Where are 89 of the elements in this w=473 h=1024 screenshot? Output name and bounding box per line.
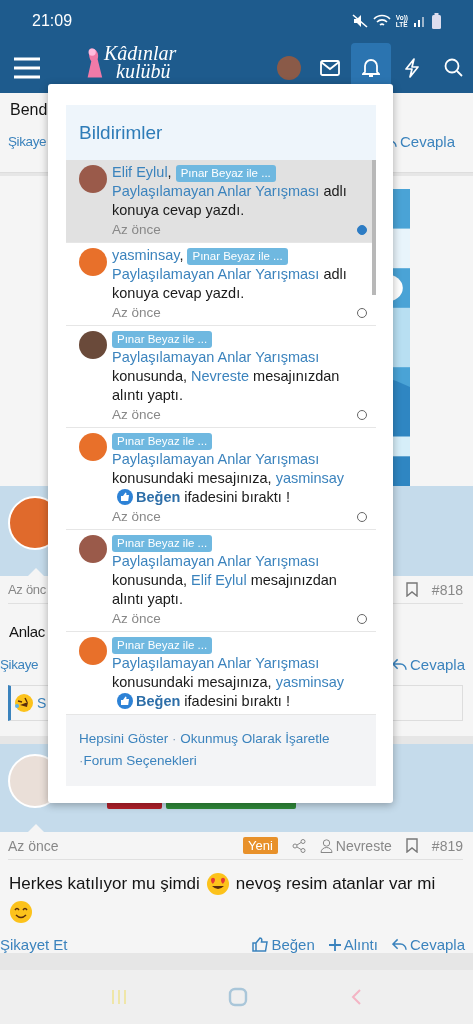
plus-icon bbox=[328, 938, 341, 951]
link[interactable]: Elif Eylul bbox=[191, 572, 247, 588]
bookmark-icon[interactable] bbox=[405, 838, 418, 853]
link[interactable]: Elif Eylul bbox=[112, 164, 168, 180]
logo-text[interactable]: Kâdınlar bbox=[104, 44, 177, 62]
laughing-emoji-icon bbox=[14, 693, 34, 713]
thumbs-up-icon bbox=[252, 937, 269, 952]
post-text: Anlac bbox=[9, 622, 46, 640]
footer-link[interactable]: Hepsini Göster bbox=[79, 731, 169, 746]
notification-item[interactable]: Pınar Beyaz ile ... Paylaşılamayan Anlar Yarışması konusunda, Nevreste mesajınızdan alıntı yaptı. Az önce bbox=[66, 326, 376, 428]
reply-link[interactable]: Cevapla bbox=[391, 656, 465, 673]
link[interactable]: Paylaşılamayan Anlar Yarışması bbox=[112, 553, 320, 569]
reply-link[interactable]: Cevapla bbox=[391, 936, 465, 953]
thread-prefix-tag: Pınar Beyaz ile ... bbox=[175, 165, 276, 182]
share-icon[interactable] bbox=[291, 838, 306, 853]
notification-text: Elif Eylul, Pınar Beyaz ile ... Paylaşılamayan Anlar Yarışması adlı konuya cevap yazdı. bbox=[112, 163, 348, 220]
search-icon bbox=[443, 58, 463, 77]
wifi-icon bbox=[372, 14, 391, 28]
notification-text: Pınar Beyaz ile ... Paylaşılamayan Anlar Yarışması konusunda, Elif Eylul mesajınızdan alıntı yaptı. bbox=[112, 534, 338, 609]
reaction-text[interactable]: S bbox=[37, 695, 47, 711]
notification-time: Az önce bbox=[112, 509, 161, 524]
reaction-name: Beğen bbox=[136, 489, 181, 505]
smiling-emoji-icon bbox=[9, 900, 33, 924]
thread-prefix-tag: Pınar Beyaz ile ... bbox=[187, 248, 288, 265]
link[interactable]: Paylaşılamayan Anlar Yarışması bbox=[112, 183, 320, 199]
notification-time: Az önce bbox=[112, 407, 161, 422]
menu-icon[interactable] bbox=[14, 56, 40, 79]
post-text: Herkes katılıyor mu şimdi bbox=[9, 874, 200, 894]
avatar-icon bbox=[277, 55, 301, 80]
scrollbar[interactable] bbox=[372, 160, 376, 295]
link[interactable]: Paylaşılamayan Anlar Yarışması bbox=[112, 349, 320, 365]
quote-link[interactable]: Alıntı bbox=[328, 936, 378, 953]
separator: · bbox=[171, 731, 178, 746]
logo-text[interactable]: kulübü bbox=[104, 62, 177, 80]
post-number[interactable]: #818 bbox=[431, 581, 463, 598]
link[interactable]: Paylaşılamayan Anlar Yarışması bbox=[112, 266, 320, 282]
reply-icon bbox=[391, 657, 407, 672]
report-link[interactable]: Şikaye bbox=[0, 657, 39, 672]
thread-prefix-tag: Pınar Beyaz ile ... bbox=[112, 331, 213, 348]
thread-prefix-tag: Pınar Beyaz ile ... bbox=[112, 433, 213, 450]
link[interactable]: Nevreste bbox=[191, 368, 250, 384]
post-text: nevoş resim atanlar var mi bbox=[235, 874, 436, 894]
bell-icon bbox=[362, 58, 380, 78]
avatar-pointer bbox=[28, 824, 44, 832]
post-time[interactable]: Az önce bbox=[8, 837, 59, 854]
battery-icon bbox=[432, 13, 441, 29]
notification-text: Pınar Beyaz ile ... Paylaşılamayan Anlar Yarışması konusunda, Nevreste mesajınızdan alıntı yaptı. bbox=[112, 330, 341, 405]
notification-text: Pınar Beyaz ile ... Paylaşılamayan Anlar Yarışması konusundaki mesajınıza, yasminsay Beğen ifadesini bıraktı ! bbox=[112, 636, 346, 711]
reaction-name: Beğen bbox=[136, 693, 181, 709]
report-link[interactable]: Şikayet Et bbox=[0, 936, 68, 953]
link[interactable]: Paylaşılamayan Anlar Yarışması bbox=[112, 655, 320, 671]
read-status-dot[interactable] bbox=[357, 224, 367, 235]
link[interactable]: yasminsay bbox=[112, 247, 180, 263]
link[interactable]: yasminsay bbox=[275, 470, 345, 486]
new-badge: Yeni bbox=[243, 837, 278, 854]
mail-icon bbox=[320, 59, 340, 76]
notification-text: Pınar Beyaz ile ... Paylaşılamayan Anlar Yarışması konusundaki mesajınıza, yasminsay Beğen ifadesini bıraktı ! bbox=[112, 432, 346, 507]
footer-link[interactable]: Okunmuş Olarak İşaretle bbox=[180, 731, 330, 746]
report-link[interactable]: Şikaye bbox=[8, 134, 47, 149]
like-icon bbox=[117, 693, 133, 709]
notification-item[interactable]: yasminsay, Pınar Beyaz ile ... Paylaşılamayan Anlar Yarışması adlı konuya cevap yazdı. Az önce bbox=[66, 243, 376, 326]
footer-link[interactable]: Forum Seçenekleri bbox=[83, 753, 197, 768]
mute-icon bbox=[351, 14, 368, 28]
thread-prefix-tag: Pınar Beyaz ile ... bbox=[112, 637, 213, 654]
author-link[interactable]: Nevreste bbox=[319, 837, 392, 854]
bookmark-icon[interactable] bbox=[405, 582, 418, 597]
post-time[interactable]: Az önc bbox=[8, 582, 46, 597]
link[interactable]: yasminsay bbox=[275, 674, 345, 690]
like-icon bbox=[117, 489, 133, 505]
post-text: Bend bbox=[9, 101, 49, 119]
avatar-pointer bbox=[28, 568, 44, 576]
notification-item[interactable]: Pınar Beyaz ile ... Paylaşılamayan Anlar Yarışması konusunda, Elif Eylul mesajınızdan alıntı yaptı. Az önce bbox=[66, 530, 376, 632]
notification-time: Az önce bbox=[112, 611, 161, 626]
notification-item[interactable]: Pınar Beyaz ile ... Paylaşılamayan Anlar Yarışması konusundaki mesajınıza, yasminsay Beğen ifadesini bıraktı ! Az önce bbox=[66, 428, 376, 530]
heart-eyes-emoji-icon bbox=[205, 872, 230, 896]
notification-time: Az önce bbox=[112, 222, 161, 237]
user-icon bbox=[319, 838, 333, 853]
notification-time: Az önce bbox=[112, 305, 161, 320]
status-time: 21:09 bbox=[32, 12, 73, 30]
reply-icon bbox=[391, 937, 407, 952]
popup-title: Bildirimler bbox=[79, 121, 163, 144]
post-number[interactable]: #819 bbox=[431, 837, 463, 854]
thread-prefix-tag: Pınar Beyaz ile ... bbox=[112, 535, 213, 552]
separator: · bbox=[79, 753, 84, 768]
signal-icon bbox=[413, 15, 427, 27]
link[interactable]: Paylaşılamayan Anlar Yarışması bbox=[112, 451, 320, 467]
notification-text: yasminsay, Pınar Beyaz ile ... Paylaşılamayan Anlar Yarışması adlı konuya cevap yazdı. bbox=[112, 246, 348, 303]
bolt-icon bbox=[404, 57, 420, 78]
like-link[interactable]: Beğen bbox=[252, 936, 315, 953]
